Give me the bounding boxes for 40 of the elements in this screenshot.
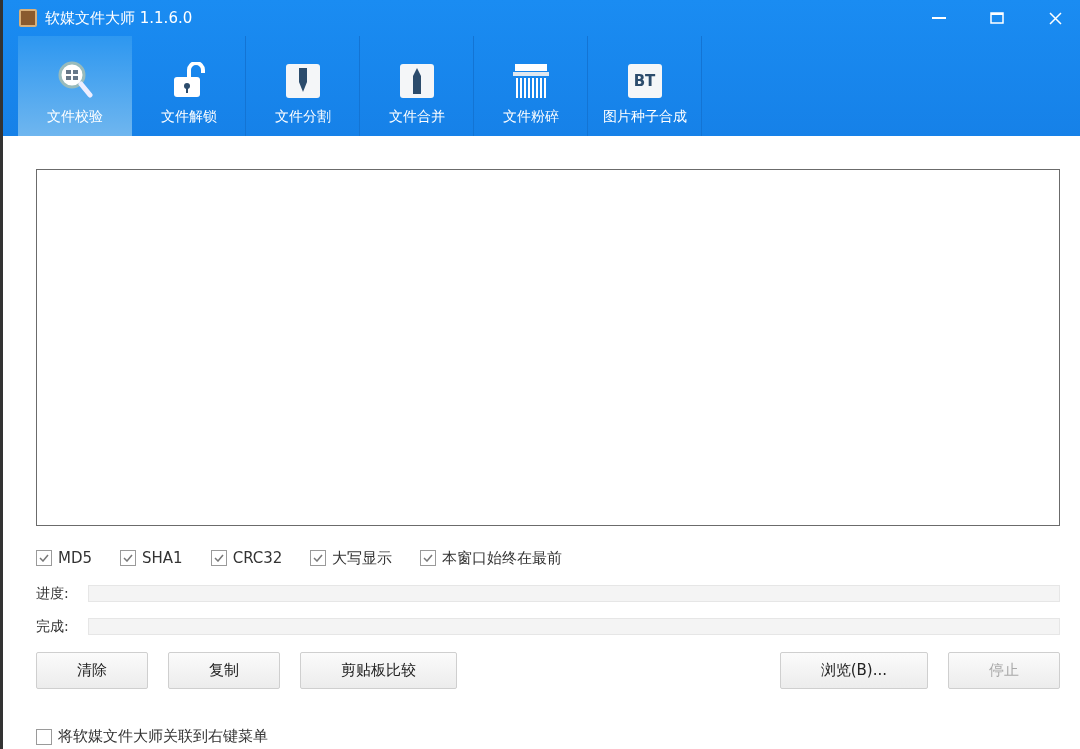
checkbox[interactable] — [36, 550, 52, 566]
window-title: 软媒文件大师 1.1.6.0 — [45, 8, 194, 28]
zipper-down-icon — [285, 64, 320, 98]
bt-icon: BT — [627, 64, 662, 98]
checkmark-icon — [123, 554, 134, 562]
minimize-icon — [932, 17, 946, 19]
checkmark-icon — [39, 554, 49, 562]
action-button[interactable]: 复制 — [168, 652, 280, 689]
toolbar-tab[interactable]: 文件校验 — [18, 36, 132, 136]
checkbox[interactable] — [36, 728, 52, 745]
checkbox-label: CRC32 — [232, 549, 283, 567]
zipper-up-icon — [399, 64, 434, 98]
progress-label: 进度: — [36, 584, 70, 603]
checkbox[interactable] — [310, 550, 327, 566]
checkbox[interactable] — [420, 550, 437, 566]
checkmark-icon — [423, 554, 434, 562]
shredder-icon — [512, 62, 549, 98]
app-logo-icon — [19, 9, 37, 27]
checkbox-label: MD5 — [58, 549, 93, 567]
action-button[interactable]: 清除 — [36, 652, 148, 689]
magnifier-icon — [56, 60, 93, 98]
progress-label: 完成: — [36, 617, 70, 636]
toolbar-tab[interactable]: 文件分割 — [246, 36, 360, 136]
checkbox-label: SHA1 — [142, 549, 183, 567]
toolbar-tab[interactable]: BT 图片种子合成 — [588, 36, 702, 136]
action-button[interactable]: 剪贴板比较 — [300, 652, 457, 689]
close-icon — [1048, 11, 1062, 25]
checkbox-label: 大写显示 — [332, 548, 393, 568]
padlock-icon — [172, 62, 205, 98]
checkbox-label: 将软媒文件大师关联到右键菜单 — [58, 727, 268, 746]
toolbar-tab[interactable]: 文件粉碎 — [474, 36, 588, 136]
toolbar-tab[interactable]: 文件合并 — [360, 36, 474, 136]
action-button[interactable]: 浏览(B)... — [779, 652, 928, 689]
maximize-icon — [990, 12, 1004, 24]
checkbox-label: 本窗口始终在最前 — [442, 548, 563, 568]
checkmark-icon — [313, 554, 324, 562]
checkbox[interactable] — [210, 550, 227, 566]
checkmark-icon — [213, 554, 224, 562]
checkbox[interactable] — [120, 550, 137, 566]
toolbar-tab[interactable]: 文件解锁 — [132, 36, 246, 136]
